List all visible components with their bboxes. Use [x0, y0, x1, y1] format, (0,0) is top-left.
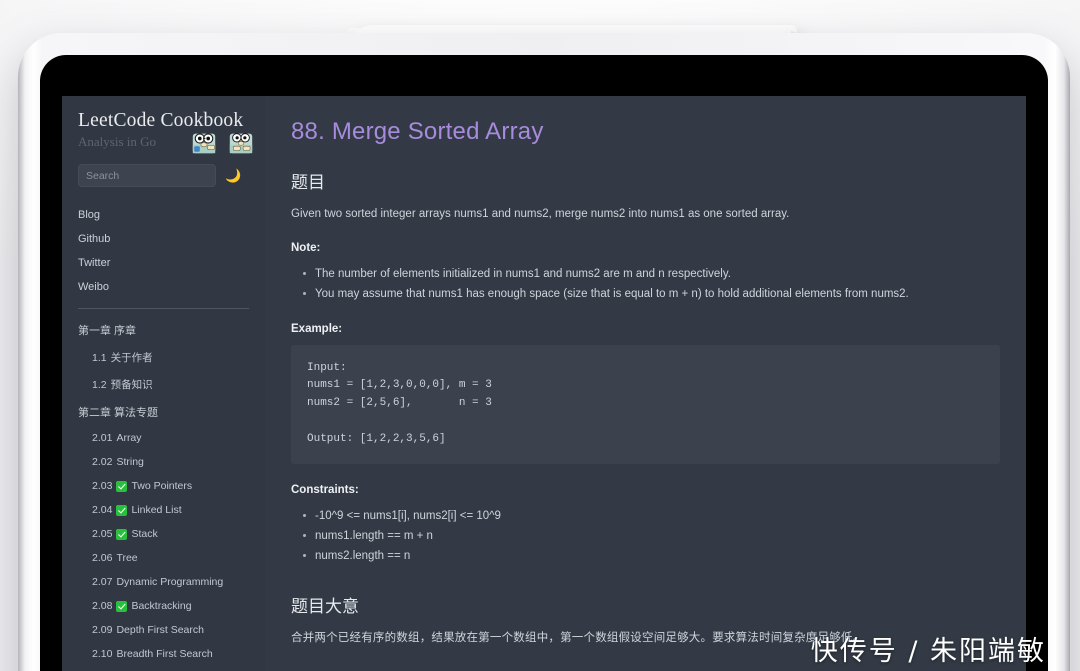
toc-item-number: 2.10: [92, 648, 113, 660]
note-item: You may assume that nums1 has enough spa…: [303, 284, 1000, 304]
search-input[interactable]: [78, 164, 216, 187]
screenshot-stage: LeetCode Cookbook Analysis in Go Search …: [0, 0, 1080, 671]
toc-chapter[interactable]: 第二章 算法专题: [62, 398, 265, 426]
checkmark-icon: [116, 480, 128, 492]
example-label: Example:: [291, 322, 343, 335]
toc-item-label: Linked List: [131, 504, 182, 516]
toc-item-number: 2.08: [92, 600, 113, 612]
constraint-item: nums2.length == n: [303, 546, 1000, 566]
toc-item[interactable]: 2.07 Dynamic Programming: [62, 570, 265, 594]
sidebar-link-weibo[interactable]: Weibo: [78, 275, 249, 299]
constraint-item: nums1.length == m + n: [303, 526, 1000, 546]
toc-item-label: Dynamic Programming: [116, 576, 224, 588]
toc-item-label: Breadth First Search: [116, 648, 213, 660]
toc-item-label: Depth First Search: [116, 624, 204, 636]
brand-block: LeetCode Cookbook Analysis in Go: [62, 110, 265, 154]
toc-item-number: 2.09: [92, 624, 113, 636]
toc-item-number: 2.03: [92, 480, 113, 492]
toc-item[interactable]: 1.1 关于作者: [62, 344, 265, 371]
toc-item-label: 关于作者: [110, 352, 153, 364]
tablet-screen: LeetCode Cookbook Analysis in Go Search …: [40, 55, 1048, 671]
toc-item[interactable]: 2.01 Array: [62, 426, 265, 450]
toc-item-label: String: [116, 456, 144, 468]
toc-item-number: 2.06: [92, 552, 113, 564]
toc-item-number: 1.1: [92, 351, 107, 364]
toc-item-number: 2.01: [92, 432, 113, 444]
tablet-device: LeetCode Cookbook Analysis in Go Search …: [18, 33, 1070, 671]
sidebar: LeetCode Cookbook Analysis in Go Search …: [62, 96, 265, 671]
problem-statement: Given two sorted integer arrays nums1 an…: [291, 208, 790, 220]
main-content: 88. Merge Sorted Array 题目 Given two sort…: [265, 96, 1048, 671]
summary-text: 合并两个已经有序的数组，结果放在第一个数组中，第一个数组假设空间足够大。要求算法…: [291, 631, 865, 644]
screen-right-gutter: [1026, 96, 1048, 671]
moon-icon[interactable]: 🌙: [225, 169, 241, 182]
toc-item-number: 2.07: [92, 576, 113, 588]
toc-item[interactable]: 2.03 Two Pointers: [62, 474, 265, 498]
toc-item-label: Array: [116, 432, 142, 444]
toc-item[interactable]: 2.08 Backtracking: [62, 594, 265, 618]
note-label: Note:: [291, 242, 321, 255]
webpage: LeetCode Cookbook Analysis in Go Search …: [62, 96, 1048, 671]
sidebar-link-twitter[interactable]: Twitter: [78, 251, 249, 275]
checkmark-icon: [116, 600, 128, 612]
toc-item[interactable]: 2.09 Depth First Search: [62, 618, 265, 642]
go-gopher-icon: [192, 133, 216, 154]
constraints-list: -10^9 <= nums1[i], nums2[i] <= 10^9 nums1…: [291, 506, 1000, 566]
note-list: The number of elements initialized in nu…: [291, 264, 1000, 304]
toc-item-label: Backtracking: [131, 600, 192, 612]
go-gopher-icon: [229, 133, 253, 154]
toc-item-label: Two Pointers: [131, 480, 193, 492]
heading-summary: 题目大意: [291, 596, 359, 616]
checkmark-icon: [116, 528, 128, 540]
toc-item-label: Stack: [131, 528, 158, 540]
table-of-contents: 第一章 序章 1.1 关于作者 1.2 预备知识 第二章 算法专题 2.01 Array 2.0…: [62, 309, 265, 671]
example-code-block: Input: nums1 = [1,2,3,0,0,0], m = 3 nums…: [291, 344, 1000, 464]
checkmark-icon: [116, 504, 128, 516]
sidebar-link-blog[interactable]: Blog: [78, 203, 249, 227]
toc-item[interactable]: 2.05 Stack: [62, 522, 265, 546]
nav-links: Blog Github Twitter Weibo: [62, 203, 265, 299]
mascot-group: [190, 128, 255, 156]
toc-item[interactable]: 2.02 String: [62, 450, 265, 474]
toc-item-label: Tree: [116, 552, 138, 564]
heading-problem: 题目: [291, 173, 325, 192]
toc-item[interactable]: 1.2 预备知识: [62, 371, 265, 398]
toc-item[interactable]: 2.04 Linked List: [62, 498, 265, 522]
toc-item-number: 2.02: [92, 456, 113, 468]
toc-item[interactable]: 2.10 Breadth First Search: [62, 642, 265, 666]
sidebar-link-github[interactable]: Github: [78, 227, 249, 251]
toc-item-number: 2.05: [92, 528, 113, 540]
toc-item[interactable]: 2.11Binary Search: [62, 666, 265, 671]
page-title: 88. Merge Sorted Array: [291, 118, 544, 145]
toc-item-label: 预备知识: [110, 379, 153, 391]
toc-item-number: 1.2: [92, 378, 107, 391]
toc-chapter[interactable]: 第一章 序章: [62, 316, 265, 344]
toc-item[interactable]: 2.06 Tree: [62, 546, 265, 570]
toc-item-number: 2.04: [92, 504, 113, 516]
note-item: The number of elements initialized in nu…: [303, 264, 1000, 284]
constraint-item: -10^9 <= nums1[i], nums2[i] <= 10^9: [303, 506, 1000, 526]
constraints-label: Constraints:: [291, 483, 359, 496]
